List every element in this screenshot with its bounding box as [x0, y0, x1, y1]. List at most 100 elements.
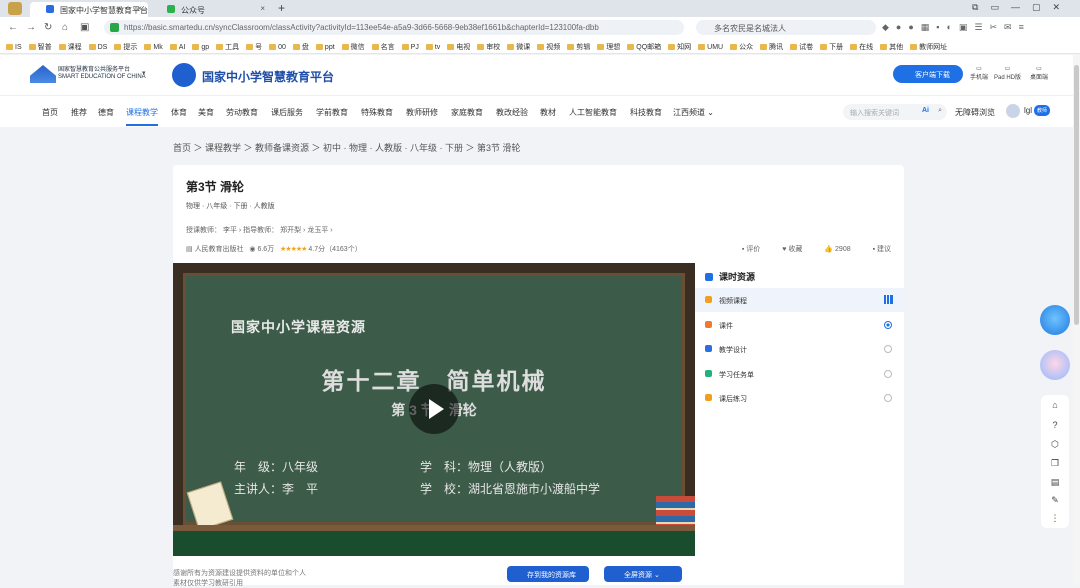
save-to-library-button[interactable]: 存到我的资源库	[507, 566, 589, 582]
nav-item[interactable]: 课程教学	[126, 107, 158, 126]
copy-icon[interactable]: ❐	[1045, 458, 1065, 469]
barrier-free-link[interactable]: 无障碍浏览	[955, 107, 995, 118]
bookmark-item[interactable]: QQ邮箱	[627, 44, 661, 51]
player-control-bar[interactable]	[173, 531, 695, 556]
extension-icon[interactable]: ▣	[80, 22, 89, 33]
device-desktop[interactable]: ▭ 桌面端	[1030, 65, 1048, 81]
nav-item[interactable]: 劳动教育	[226, 107, 258, 118]
browser-toolbar-icons[interactable]: ◆●●▦▪◐▣☰✂✉≡	[882, 22, 1031, 33]
browser-logo-icon[interactable]	[8, 2, 22, 15]
nav-item[interactable]: 科技教育	[630, 107, 662, 118]
comment-button[interactable]: ▪ 评价	[742, 246, 760, 253]
robot-assistant-icon[interactable]	[1040, 350, 1070, 380]
bookmark-item[interactable]: 视频	[537, 44, 560, 51]
bookmark-item[interactable]: 盘	[292, 44, 309, 51]
forward-icon[interactable]: →	[26, 22, 36, 33]
bookmark-item[interactable]: 试卷	[790, 44, 813, 51]
bookmark-item[interactable]: 00	[269, 44, 286, 51]
smart-education-logo-icon[interactable]	[30, 65, 56, 83]
logo-dropdown-icon[interactable]: ▾	[142, 69, 146, 77]
bookmark-item[interactable]: 审校	[477, 44, 500, 51]
teacher-list[interactable]: 授课教师： 李平 › 指导教师： 郑开梨 › 龙玉平 ›	[186, 225, 333, 235]
ai-assistant-icon[interactable]	[1040, 305, 1070, 335]
favorite-button[interactable]: ♥ 收藏	[782, 246, 802, 253]
bookmark-item[interactable]: IS	[6, 44, 22, 51]
nav-item[interactable]: 教师研修	[406, 107, 438, 118]
home-tool-icon[interactable]: ⌂	[1045, 400, 1065, 410]
nav-item[interactable]: 教改经验	[496, 107, 528, 118]
search-icon[interactable]: ⌕	[938, 107, 942, 115]
bookmark-item[interactable]: gp	[192, 44, 209, 51]
help-icon[interactable]: ?	[1045, 420, 1065, 430]
platform-title[interactable]: 国家中小学智慧教育平台	[202, 68, 334, 85]
bookmark-item[interactable]: 剪辑	[567, 44, 590, 51]
new-tab-icon[interactable]: +	[278, 1, 285, 15]
bookmark-item[interactable]: 微信	[341, 44, 365, 51]
bookmark-item[interactable]: ppt	[315, 44, 335, 51]
close-tab-icon[interactable]: ×	[137, 4, 142, 13]
tab-smartedu[interactable]: 国家中小学智慧教育平台 ×	[30, 2, 148, 17]
fullscreen-resource-button[interactable]: 全屏资源 ⌄	[604, 566, 682, 582]
reload-icon[interactable]: ↻	[44, 22, 52, 33]
avatar[interactable]	[1006, 104, 1020, 118]
bookmark-item[interactable]: PJ	[401, 44, 419, 51]
suggest-button[interactable]: ▪ 建议	[873, 246, 891, 253]
device-pad[interactable]: ▭ Pad HD版	[994, 65, 1021, 81]
home-icon[interactable]: ⌂	[62, 22, 68, 33]
platform-logo-icon[interactable]	[172, 63, 196, 87]
bookmark-item[interactable]: 知网	[668, 44, 691, 51]
bookmark-item[interactable]: 课程	[58, 44, 82, 51]
bookmark-item[interactable]: 公众	[730, 44, 753, 51]
nav-item[interactable]: 首页	[42, 107, 58, 118]
bookmark-item[interactable]: DS	[88, 44, 107, 51]
bookmark-item[interactable]: 下册	[820, 44, 843, 51]
bookmark-item[interactable]: 在线	[850, 44, 873, 51]
close-tab-icon[interactable]: ×	[260, 4, 265, 13]
video-player[interactable]: 国家中小学课程资源 第十二章 简单机械 第 3 节 滑轮 年 级：八年级主讲人：…	[173, 263, 702, 556]
bookmark-item[interactable]: 工具	[216, 44, 239, 51]
bookmark-item[interactable]: 教师网址	[910, 44, 947, 51]
bookmark-item[interactable]: 提示	[114, 44, 137, 51]
note-icon[interactable]: ▤	[1045, 477, 1065, 488]
nav-item[interactable]: 江西频道 ⌄	[673, 107, 714, 118]
bookmark-item[interactable]: UMU	[698, 44, 723, 51]
ai-search-icon[interactable]: Ai	[922, 107, 929, 114]
device-mobile[interactable]: ▭ 手机端	[970, 65, 988, 81]
nav-item[interactable]: 教材	[540, 107, 556, 118]
tab-wechat[interactable]: 公众号 ×	[151, 2, 271, 17]
bookmark-item[interactable]: 智普	[28, 44, 52, 51]
more-icon[interactable]: ⋮	[1045, 513, 1065, 524]
client-download-button[interactable]: 客户端下载	[893, 65, 963, 83]
nav-item[interactable]: 美育	[198, 107, 214, 118]
window-controls[interactable]: ⧉▭—▢✕	[972, 2, 1072, 13]
resource-item[interactable]: 课件	[695, 313, 904, 337]
bookmark-item[interactable]: tv	[425, 44, 440, 51]
nav-item[interactable]: 人工智能教育	[569, 107, 617, 118]
bookmark-item[interactable]: Mk	[144, 44, 163, 51]
breadcrumb[interactable]: 首页 ＞ 课程教学 ＞ 教师备课资源 ＞ 初中 · 物理 · 人教版 · 八年级…	[173, 141, 521, 154]
nav-item[interactable]: 推荐	[71, 107, 87, 118]
back-icon[interactable]: ←	[8, 22, 18, 33]
feedback-icon[interactable]: ✎	[1045, 495, 1065, 506]
nav-item[interactable]: 课后服务	[271, 107, 303, 118]
nav-item[interactable]: 家庭教育	[451, 107, 483, 118]
bookmark-item[interactable]: 微课	[507, 44, 530, 51]
resource-item[interactable]: 学习任务单	[695, 362, 904, 386]
resource-item[interactable]: 课后练习	[695, 386, 904, 410]
resource-item[interactable]: 视频课程	[695, 288, 904, 312]
bookmark-item[interactable]: 其他	[880, 44, 903, 51]
page-scrollbar[interactable]	[1073, 55, 1080, 585]
resource-item[interactable]: 教学设计	[695, 337, 904, 361]
bookmark-item[interactable]: 理想	[597, 44, 620, 51]
url-field[interactable]: https://basic.smartedu.cn/syncClassroom/…	[104, 20, 684, 35]
nav-item[interactable]: 德育	[98, 107, 114, 118]
bookmark-item[interactable]: AI	[169, 44, 185, 51]
browser-search-field[interactable]: 多名农民是名城法人	[696, 20, 876, 35]
nav-item[interactable]: 体育	[171, 107, 187, 118]
site-search-input[interactable]: 输入搜索关键词 Ai ⌕	[843, 104, 947, 120]
user-name[interactable]: lgl	[1024, 106, 1032, 115]
bookmark-item[interactable]: 名言	[371, 44, 395, 51]
bookmark-item[interactable]: 腾讯	[760, 44, 783, 51]
like-button[interactable]: 👍 2908	[824, 246, 850, 253]
bookmark-item[interactable]: 号	[246, 44, 262, 51]
